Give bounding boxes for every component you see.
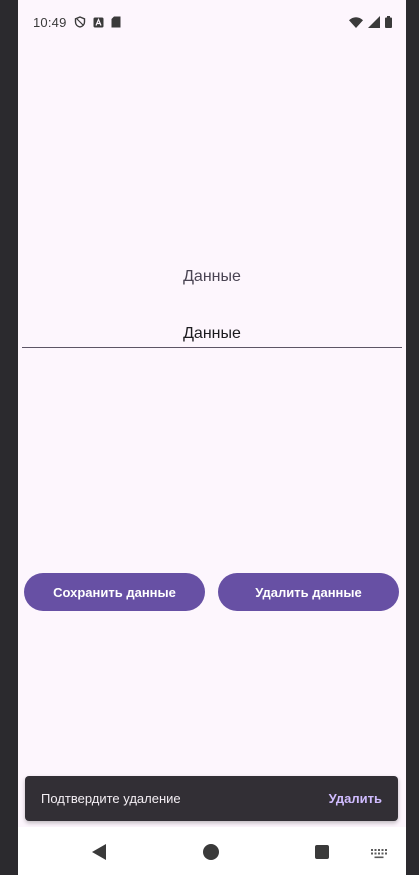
status-time: 10:49	[33, 14, 67, 30]
status-bar: 10:49	[18, 8, 406, 36]
snackbar-delete-action[interactable]: Удалить	[329, 791, 382, 806]
wifi-icon	[349, 16, 363, 28]
data-label: Данные	[183, 268, 241, 285]
font-a-icon	[93, 17, 104, 28]
home-icon[interactable]	[203, 844, 219, 860]
status-left: 10:49	[33, 15, 121, 30]
snackbar: Подтвердите удаление Удалить	[25, 776, 398, 821]
back-icon[interactable]	[92, 844, 106, 865]
navigation-bar	[18, 827, 406, 875]
data-input[interactable]	[22, 320, 402, 347]
sd-card-icon	[111, 16, 121, 28]
app-screen: 10:49 Данные Данные Сохранить данные Уда…	[18, 0, 406, 875]
save-data-button[interactable]: Сохранить данные	[24, 573, 205, 611]
data-input-container[interactable]	[22, 320, 402, 348]
recents-icon[interactable]	[315, 845, 329, 859]
delete-data-button[interactable]: Удалить данные	[218, 573, 399, 611]
status-right	[349, 16, 392, 28]
battery-icon	[385, 16, 392, 28]
signal-icon	[368, 16, 380, 28]
shield-icon	[74, 16, 86, 28]
snackbar-message: Подтвердите удаление	[41, 791, 181, 806]
keyboard-icon[interactable]	[371, 846, 387, 864]
device-frame: 10:49 Данные Данные Сохранить данные Уда…	[0, 0, 419, 875]
